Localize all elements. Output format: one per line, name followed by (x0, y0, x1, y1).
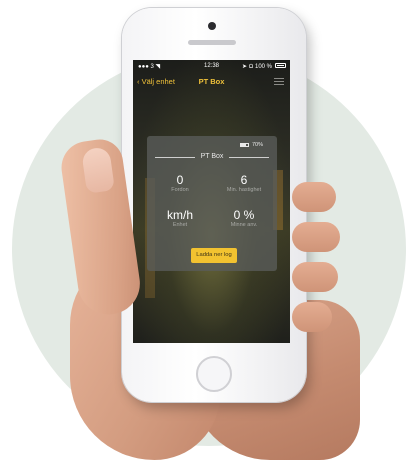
stat-label: Fordon (171, 187, 189, 193)
stat-value: 0 % (233, 208, 255, 222)
status-bar: ●●● 3 ◥ 12:38 ➤ Ω 100 % (133, 60, 290, 72)
stat-min-hastighet: 6 Min. hastighet (213, 173, 275, 193)
speaker-grille (188, 40, 236, 45)
divider (229, 157, 269, 158)
battery-icon (239, 142, 249, 147)
stat-enhet: km/h Enhet (149, 208, 211, 228)
finger (292, 182, 336, 212)
page-title: PT Box (198, 77, 225, 86)
status-right: ➤ Ω 100 % (242, 64, 272, 70)
stat-value: 0 (176, 173, 184, 187)
stat-value: 6 (240, 173, 248, 187)
card-battery: 70% (239, 142, 263, 148)
finger (292, 262, 338, 292)
home-button (196, 356, 232, 392)
device-card: 70% PT Box 0 Fordon 6 Min. hastighet km/… (147, 136, 277, 271)
stat-label: Min. hastighet (226, 187, 262, 193)
finger (292, 222, 340, 252)
hamburger-icon[interactable] (274, 78, 284, 86)
download-log-button[interactable]: Ladda ner log (191, 248, 237, 263)
camera-icon (208, 22, 216, 30)
stat-value: km/h (166, 208, 193, 222)
stat-fordon: 0 Fordon (149, 173, 211, 193)
battery-level: 70% (251, 142, 263, 148)
battery-icon (275, 63, 286, 68)
phone-screen: ●●● 3 ◥ 12:38 ➤ Ω 100 % ‹ Välj enhet PT … (133, 60, 290, 343)
finger (292, 302, 332, 332)
stat-label: Enhet (172, 222, 188, 228)
nav-bar: ‹ Välj enhet PT Box (133, 72, 290, 92)
stat-label: Minne anv. (230, 222, 258, 228)
stat-minne-anv: 0 % Minne anv. (213, 208, 275, 228)
